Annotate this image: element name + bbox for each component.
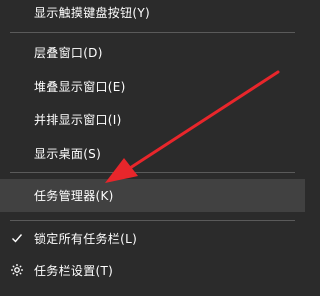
menu-separator [10,220,295,221]
menu-item-label: 显示触摸键盘按钮(Y) [34,5,150,20]
menu-item-cascade-windows[interactable]: 层叠窗口(D) [0,41,305,63]
checkmark-icon [10,231,24,245]
gear-icon [10,263,24,277]
menu-item-show-touch-keyboard[interactable]: 显示触摸键盘按钮(Y) [0,1,305,23]
menu-item-taskbar-settings[interactable]: 任务栏设置(T) [0,259,305,281]
menu-item-label: 层叠窗口(D) [34,45,103,60]
menu-item-show-desktop[interactable]: 显示桌面(S) [0,142,305,164]
menu-item-side-by-side-windows[interactable]: 并排显示窗口(I) [0,108,305,130]
menu-item-label: 任务栏设置(T) [34,263,114,278]
menu-item-label: 堆叠显示窗口(E) [34,79,126,94]
menu-separator [10,172,295,173]
taskbar-context-menu: 显示触摸键盘按钮(Y) 层叠窗口(D) 堆叠显示窗口(E) 并排显示窗口(I) … [0,0,305,296]
menu-item-label: 并排显示窗口(I) [34,112,122,127]
menu-item-label: 任务管理器(K) [34,189,114,203]
menu-item-lock-taskbars[interactable]: 锁定所有任务栏(L) [0,227,305,249]
menu-item-stack-windows[interactable]: 堆叠显示窗口(E) [0,75,305,97]
menu-item-label: 显示桌面(S) [34,146,102,161]
menu-separator [10,32,295,33]
menu-item-task-manager[interactable]: 任务管理器(K) [0,179,305,212]
menu-item-label: 锁定所有任务栏(L) [34,231,138,246]
